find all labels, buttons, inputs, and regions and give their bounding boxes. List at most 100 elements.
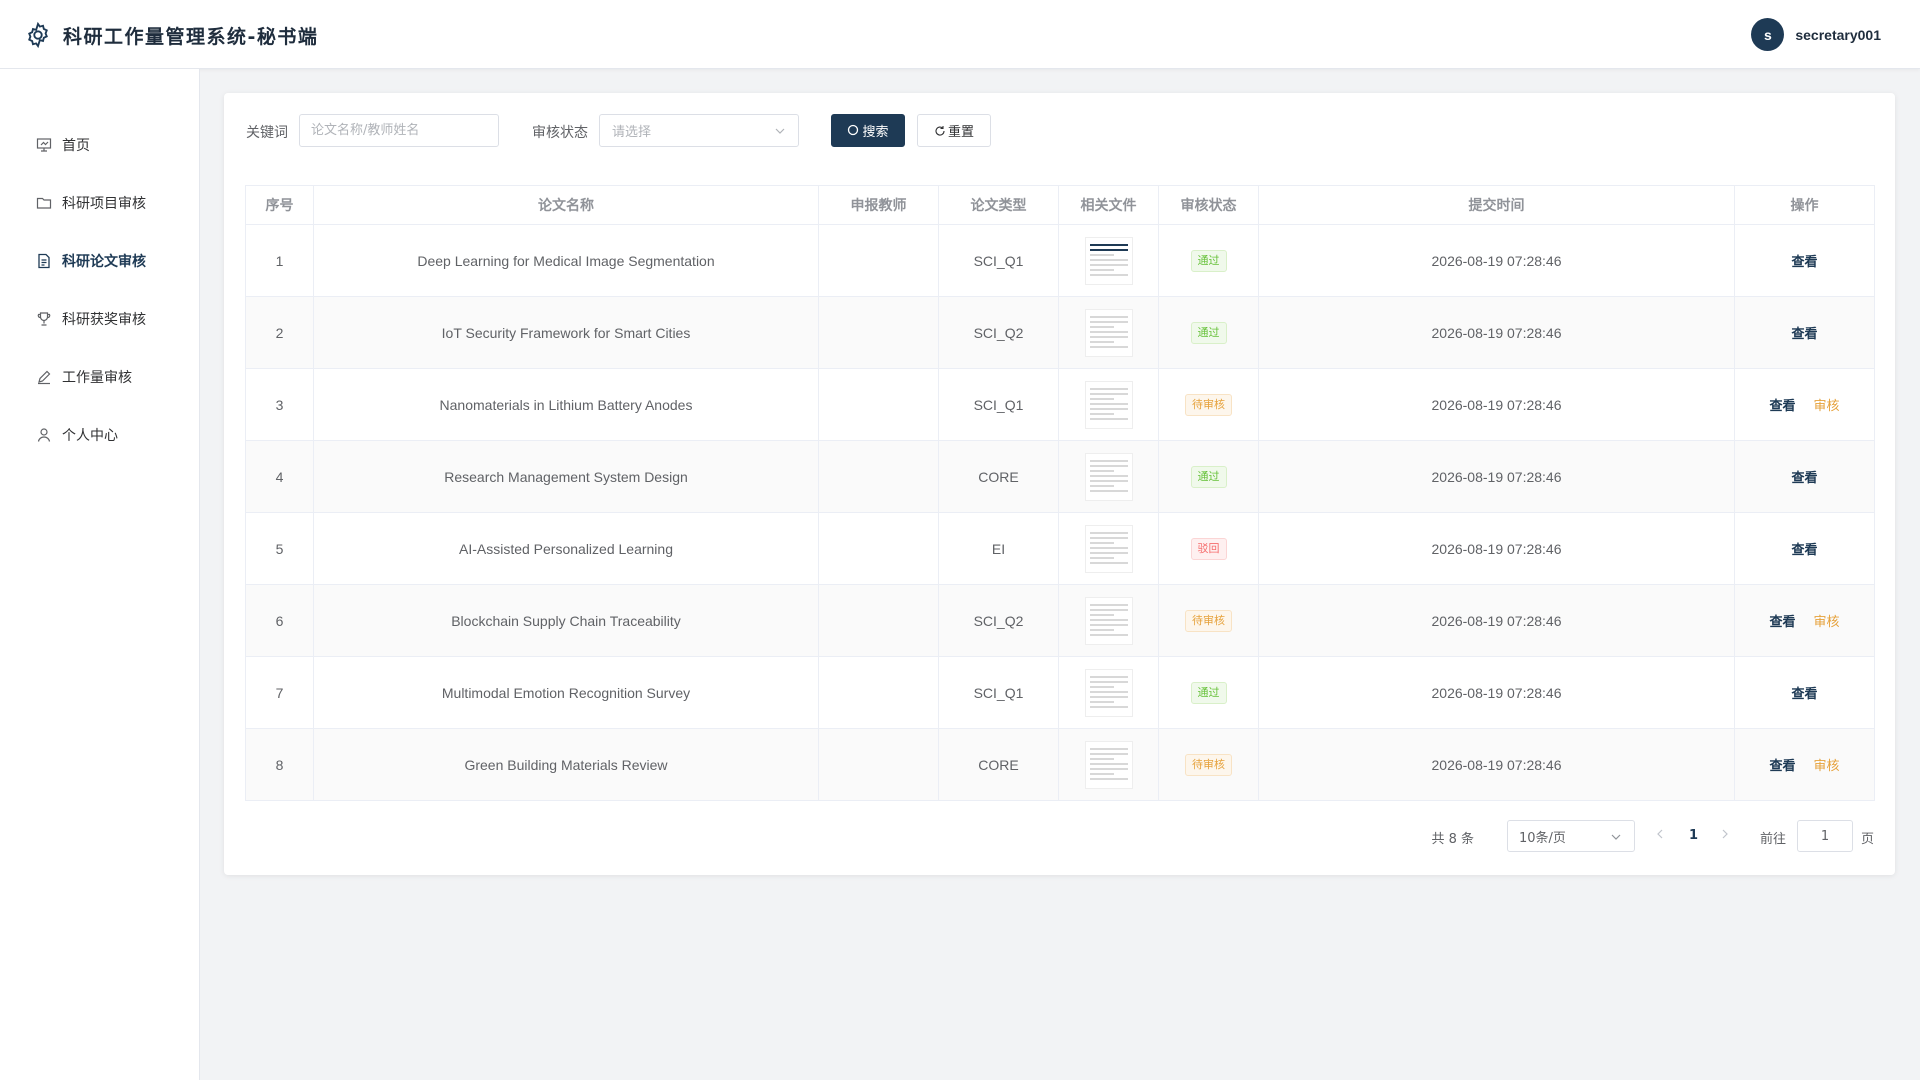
page-number[interactable]: 1 [1689, 828, 1698, 843]
column-header: 审核状态 [1158, 185, 1259, 225]
thumbnail-line [1089, 613, 1114, 616]
paper-name: Multimodal Emotion Recognition Survey [313, 656, 819, 729]
pagination: 共 8 条 10条/页 1 前往 页 [1174, 820, 1874, 852]
sidebar-item-profile[interactable]: 个人中心 [0, 406, 199, 464]
actions-cell: 查看 [1734, 512, 1875, 585]
status-select[interactable]: 请选择 [599, 114, 799, 147]
review-button[interactable]: 审核 [1814, 399, 1840, 414]
file-thumbnail[interactable] [1084, 740, 1133, 789]
thumbnail-line [1089, 608, 1128, 611]
file-thumbnail[interactable] [1084, 308, 1133, 357]
thumbnail-line [1089, 603, 1128, 606]
thumbnail-line [1089, 345, 1128, 348]
file-thumbnail[interactable] [1084, 452, 1133, 501]
gear-icon [28, 21, 48, 49]
column-header: 论文类型 [938, 185, 1059, 225]
file-thumbnail[interactable] [1084, 524, 1133, 573]
view-button[interactable]: 查看 [1791, 471, 1817, 486]
view-button[interactable]: 查看 [1769, 615, 1795, 630]
row-index: 6 [245, 584, 314, 657]
thumbnail-line [1089, 397, 1114, 400]
paper-name: Research Management System Design [313, 440, 819, 513]
sidebar-item-home[interactable]: 首页 [0, 116, 199, 174]
thumbnail-line [1089, 330, 1128, 333]
file-thumbnail[interactable] [1084, 380, 1133, 429]
file-cell [1058, 584, 1159, 657]
view-button[interactable]: 查看 [1791, 543, 1817, 558]
table-row: 2 IoT Security Framework for Smart Cities… [245, 296, 1875, 369]
thumbnail-line [1089, 690, 1128, 693]
view-button[interactable]: 查看 [1769, 759, 1795, 774]
thumbnail-line [1089, 536, 1128, 539]
avatar[interactable]: s [1751, 18, 1785, 51]
thumbnail-line [1089, 752, 1128, 755]
search-button[interactable]: 搜索 [831, 114, 905, 147]
prev-page-button[interactable] [1655, 828, 1665, 844]
search-form: 关键词 审核状态 请选择 搜索 重置 [246, 114, 1146, 147]
user-icon [35, 427, 52, 444]
file-thumbnail[interactable] [1084, 596, 1133, 645]
sidebar-item-project-review[interactable]: 科研项目审核 [0, 174, 199, 232]
keyword-label: 关键词 [246, 125, 288, 141]
thumbnail-line [1089, 258, 1128, 261]
reset-button[interactable]: 重置 [917, 114, 991, 147]
thumbnail-line [1089, 459, 1128, 462]
username[interactable]: secretary001 [1795, 27, 1881, 43]
document-icon [35, 253, 52, 270]
thumbnail-line [1089, 777, 1128, 780]
thumbnail-line [1089, 489, 1128, 492]
next-page-button[interactable] [1720, 828, 1730, 844]
thumbnail-line [1089, 561, 1128, 564]
submit-time: 2026-08-19 07:28:46 [1258, 512, 1735, 585]
status-badge: 待审核 [1185, 753, 1232, 776]
teacher-name [818, 512, 939, 585]
status-badge: 通过 [1190, 681, 1227, 704]
submit-time: 2026-08-19 07:28:46 [1258, 728, 1735, 801]
view-button[interactable]: 查看 [1791, 255, 1817, 270]
thumbnail-line [1089, 392, 1128, 395]
thumbnail-line [1089, 407, 1128, 410]
user-menu[interactable]: s secretary001 [1751, 18, 1881, 51]
file-thumbnail[interactable] [1084, 668, 1133, 717]
file-thumbnail[interactable] [1084, 236, 1133, 285]
teacher-name [818, 656, 939, 729]
actions-cell: 查看 审核 [1734, 728, 1875, 801]
thumbnail-line [1089, 705, 1128, 708]
goto-label: 前往 [1759, 832, 1786, 847]
row-index: 5 [245, 512, 314, 585]
thumbnail-line [1089, 417, 1128, 420]
thumbnail-line [1089, 618, 1128, 621]
status-cell: 待审核 [1158, 368, 1259, 441]
column-header: 申报教师 [818, 185, 939, 225]
view-button[interactable]: 查看 [1791, 687, 1817, 702]
sidebar-item-label: 科研论文审核 [62, 254, 146, 270]
sidebar-item-workload-review[interactable]: 工作量审核 [0, 348, 199, 406]
view-button[interactable]: 查看 [1791, 327, 1817, 342]
actions-cell: 查看 [1734, 296, 1875, 369]
column-header: 提交时间 [1258, 185, 1735, 225]
actions-cell: 查看 [1734, 224, 1875, 297]
table-row: 3 Nanomaterials in Lithium Battery Anodes… [245, 368, 1875, 441]
review-button[interactable]: 审核 [1814, 759, 1840, 774]
status-badge: 通过 [1190, 321, 1227, 344]
review-button[interactable]: 审核 [1814, 615, 1840, 630]
paper-name: IoT Security Framework for Smart Cities [313, 296, 819, 369]
actions-cell: 查看 审核 [1734, 368, 1875, 441]
sidebar-item-award-review[interactable]: 科研获奖审核 [0, 290, 199, 348]
table-row: 7 Multimodal Emotion Recognition Survey SC… [245, 656, 1875, 729]
keyword-input[interactable] [299, 114, 499, 147]
goto-page-input[interactable] [1797, 820, 1853, 852]
page-size-select[interactable]: 10条/页 [1507, 820, 1635, 852]
thumbnail-line [1089, 556, 1114, 559]
thumbnail-line [1089, 675, 1128, 678]
paper-name: Nanomaterials in Lithium Battery Anodes [313, 368, 819, 441]
paper-name: Deep Learning for Medical Image Segmenta… [313, 224, 819, 297]
sidebar-item-paper-review[interactable]: 科研论文审核 [0, 232, 199, 290]
view-button[interactable]: 查看 [1769, 399, 1795, 414]
row-index: 8 [245, 728, 314, 801]
chevron-left-icon [1657, 829, 1663, 839]
chevron-down-icon [1611, 834, 1621, 840]
status-badge: 待审核 [1185, 393, 1232, 416]
thumbnail-line [1089, 685, 1114, 688]
thumbnail-line [1089, 335, 1128, 338]
